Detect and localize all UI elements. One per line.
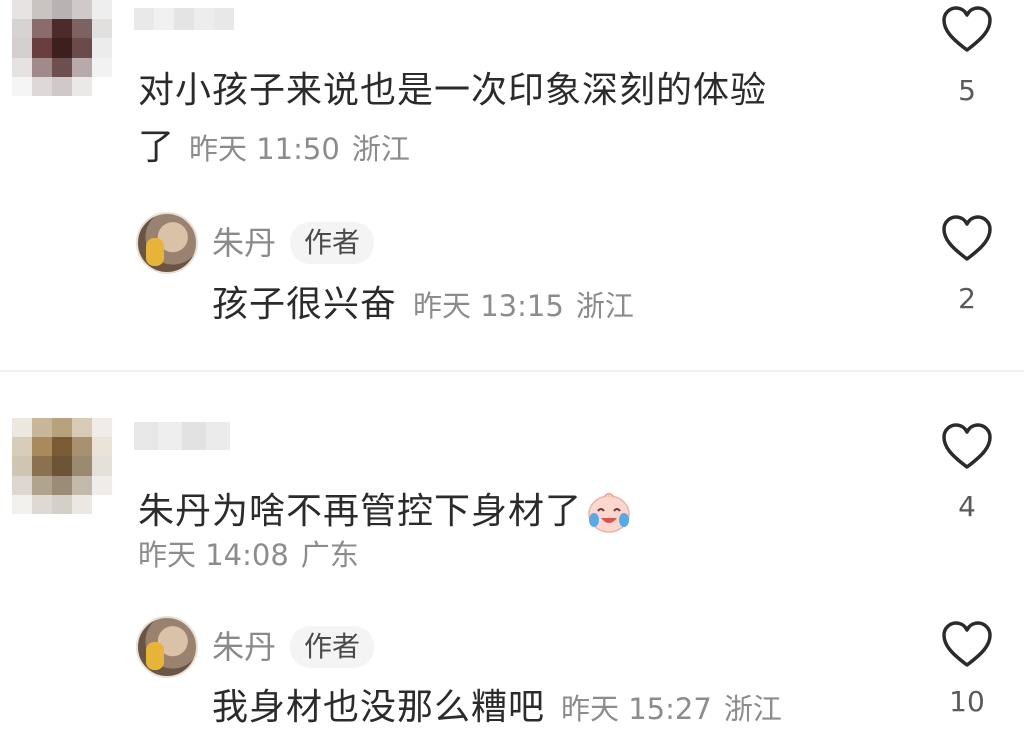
reply-body: 孩子很兴奋 昨天 13:15 浙江 (212, 287, 646, 323)
avatar-blurred[interactable] (12, 0, 112, 96)
reply-text: 我身材也没那么糟吧 (212, 687, 546, 728)
like-count: 4 (958, 490, 976, 523)
author-badge: 作者 (290, 626, 375, 668)
reply-location: 浙江 (575, 289, 634, 323)
comment-location: 浙江 (351, 132, 410, 166)
username-blurred (134, 8, 234, 30)
reply-location: 浙江 (723, 692, 782, 726)
comment-time: 昨天 11:50 (189, 132, 340, 166)
like-count: 10 (949, 685, 985, 718)
author-name[interactable]: 朱丹 (212, 227, 276, 259)
author-avatar[interactable] (136, 212, 198, 274)
comment-meta: 昨天 14:08 广东 (138, 541, 371, 570)
reply-text: 孩子很兴奋 (212, 284, 398, 325)
like-count: 5 (958, 74, 976, 107)
divider (0, 370, 1024, 372)
avatar-blurred[interactable] (12, 418, 112, 514)
reply-time: 昨天 13:15 (413, 289, 564, 323)
crying-laughing-emoji (588, 492, 630, 533)
comment-meta: 昨天 11:50 浙江 (189, 135, 422, 164)
comment-text: 朱丹为啥不再管控下身材了 (138, 491, 583, 532)
heart-outline-icon[interactable] (941, 214, 993, 262)
reply-body: 我身材也没那么糟吧 昨天 15:27 浙江 (212, 690, 794, 726)
heart-outline-icon[interactable] (941, 620, 993, 668)
reply-meta: 昨天 13:15 浙江 (413, 292, 646, 321)
comment-second-line: 了 昨天 11:50 浙江 (138, 130, 422, 166)
reply-header: 朱丹 作者 (212, 626, 375, 668)
author-name[interactable]: 朱丹 (212, 631, 276, 663)
reply-meta: 昨天 15:27 浙江 (561, 695, 794, 724)
comment-time: 昨天 14:08 (138, 538, 289, 572)
reply-time: 昨天 15:27 (561, 692, 712, 726)
comment-text: 对小孩子来说也是一次印象深刻的体验 (138, 70, 768, 111)
comment-text-continued: 了 (138, 127, 176, 168)
author-badge: 作者 (290, 222, 375, 264)
heart-outline-icon[interactable] (941, 5, 993, 53)
heart-outline-icon[interactable] (941, 422, 993, 470)
like-count: 2 (958, 282, 976, 315)
comment-line: 朱丹为啥不再管控下身材了 (138, 490, 632, 534)
reply-header: 朱丹 作者 (212, 222, 375, 264)
comment-location: 广东 (300, 538, 359, 572)
author-avatar[interactable] (136, 616, 198, 678)
username-blurred (134, 422, 230, 450)
